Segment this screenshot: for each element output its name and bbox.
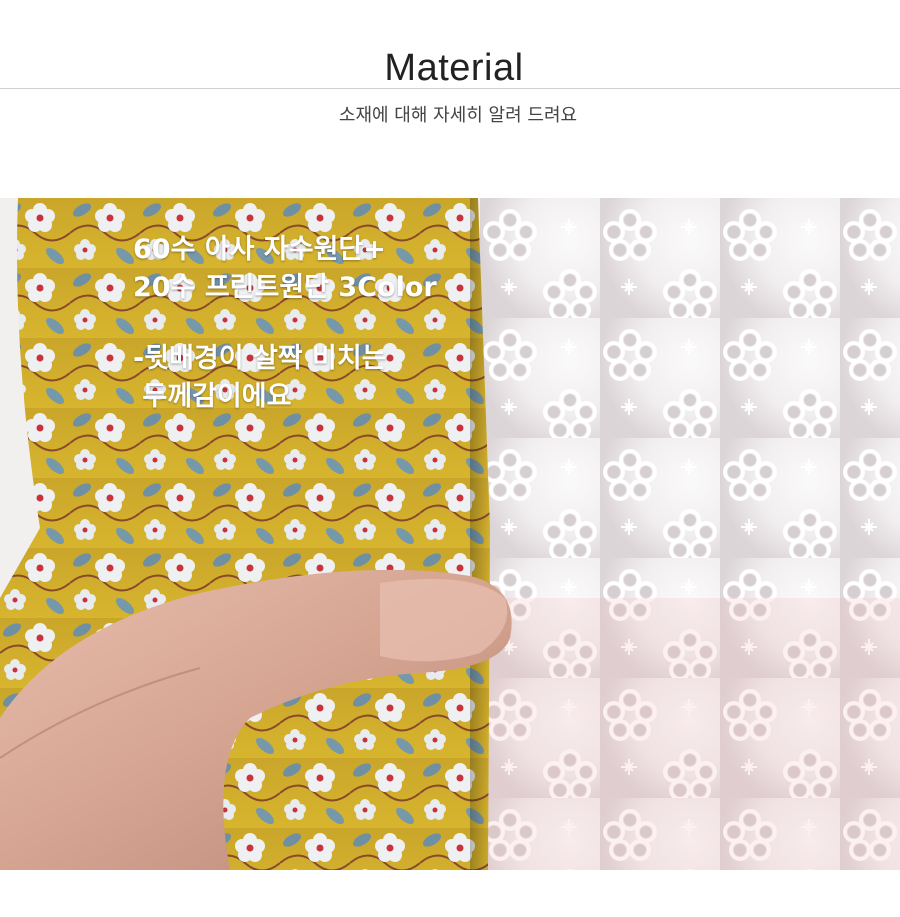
header: Material 소재에 대해 자세히 알려 드려요: [0, 0, 900, 200]
overlay-line-2: 20수 프린트원단 3Color: [133, 272, 437, 303]
bottom-whitespace: [0, 870, 900, 917]
overlay-line-4: 두께감이에요: [133, 381, 292, 412]
overlay-line-3: -뒷배경이 살짝 비치는: [133, 343, 387, 374]
overlay-line-1: 60수 아사 자수원단+: [133, 234, 386, 265]
section-subtitle: 소재에 대해 자세히 알려 드려요: [338, 105, 578, 126]
section-title: Material: [384, 47, 524, 89]
title-divider: [0, 88, 900, 89]
